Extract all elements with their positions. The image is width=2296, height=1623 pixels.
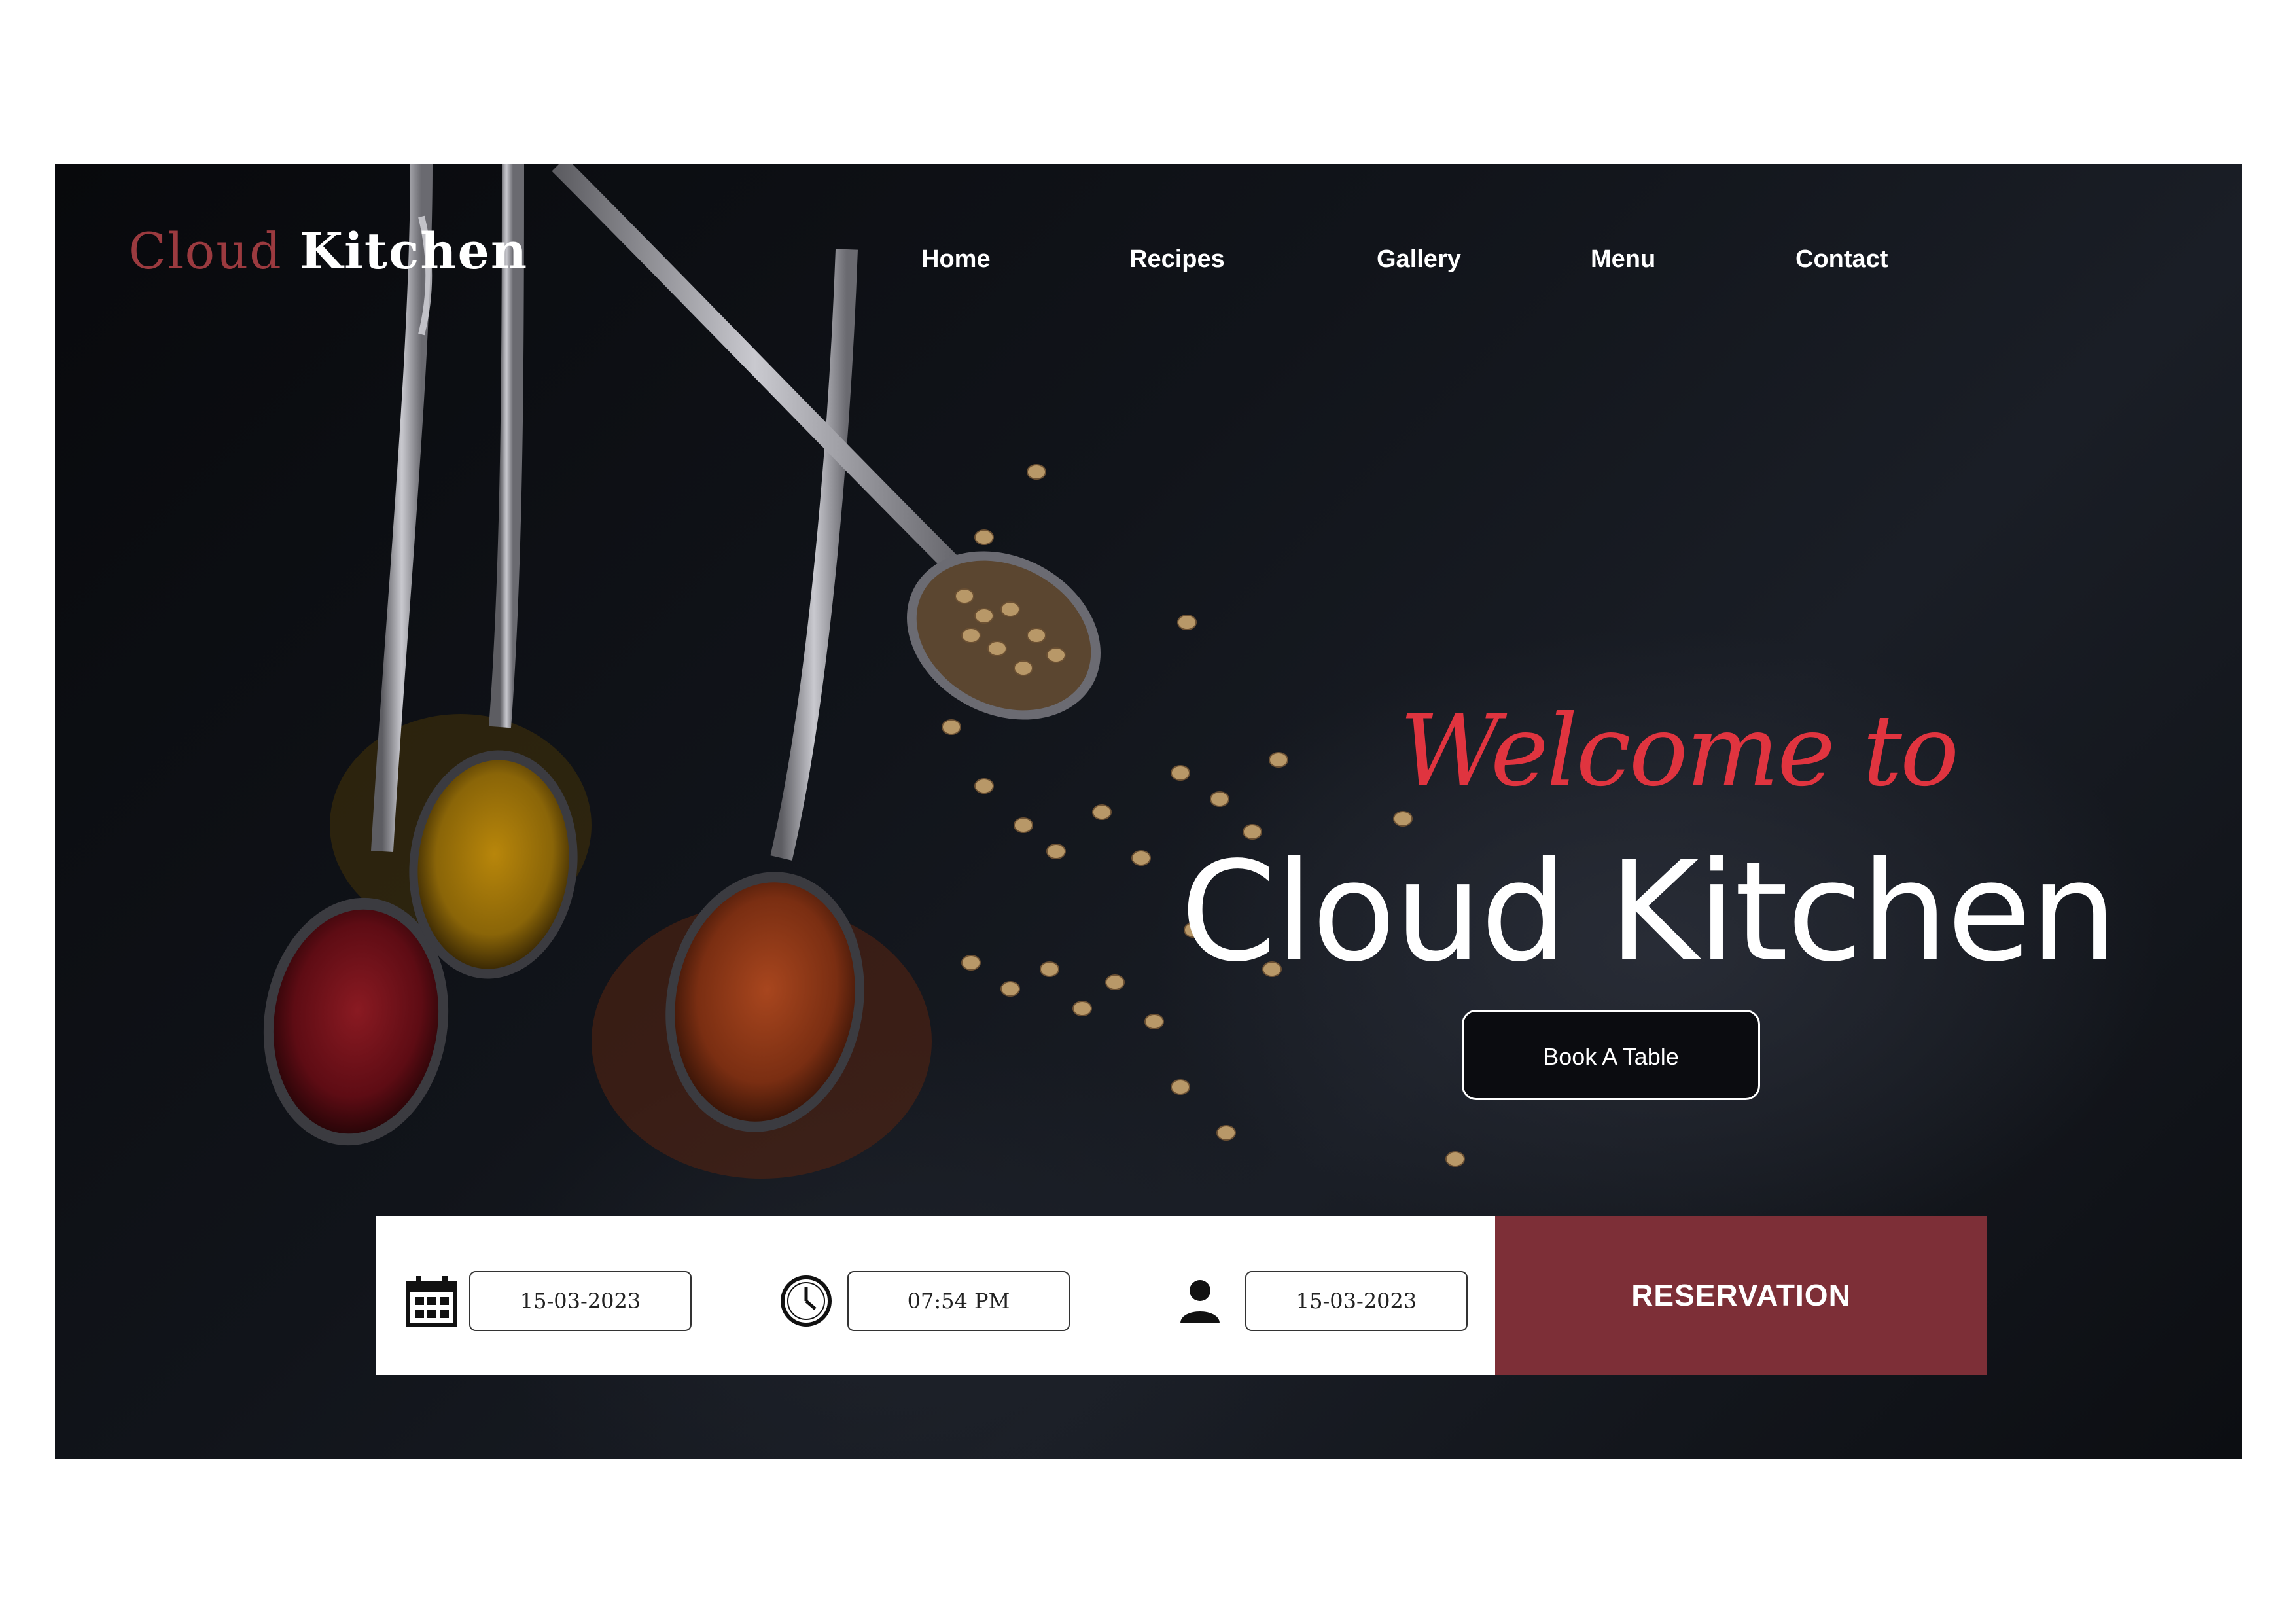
book-table-button[interactable]: Book A Table — [1462, 1010, 1760, 1100]
date-field[interactable]: 15-03-2023 — [469, 1271, 692, 1331]
calendar-icon — [406, 1276, 457, 1327]
guests-field[interactable]: 15-03-2023 — [1245, 1271, 1468, 1331]
nav-recipes[interactable]: Recipes — [1129, 245, 1225, 274]
reservation-bar: 15-03-2023 07:54 PM 15-03-2023 RESERVATI… — [376, 1216, 1987, 1375]
nav-menu[interactable]: Menu — [1591, 245, 1655, 274]
main-nav: Home Recipes Gallery Menu Contact — [55, 245, 2242, 285]
time-field[interactable]: 07:54 PM — [847, 1271, 1070, 1331]
clock-icon — [781, 1275, 832, 1327]
nav-gallery[interactable]: Gallery — [1377, 245, 1461, 274]
hero-welcome-text: Welcome to — [1400, 694, 1959, 808]
reservation-button[interactable]: RESERVATION — [1495, 1216, 1987, 1375]
hero-section: Cloud Kitchen Home Recipes Gallery Menu … — [55, 164, 2242, 1459]
hero-headline: Cloud Kitchen — [1180, 832, 2117, 992]
person-icon — [1180, 1280, 1220, 1323]
nav-home[interactable]: Home — [921, 245, 991, 274]
nav-contact[interactable]: Contact — [1795, 245, 1888, 274]
